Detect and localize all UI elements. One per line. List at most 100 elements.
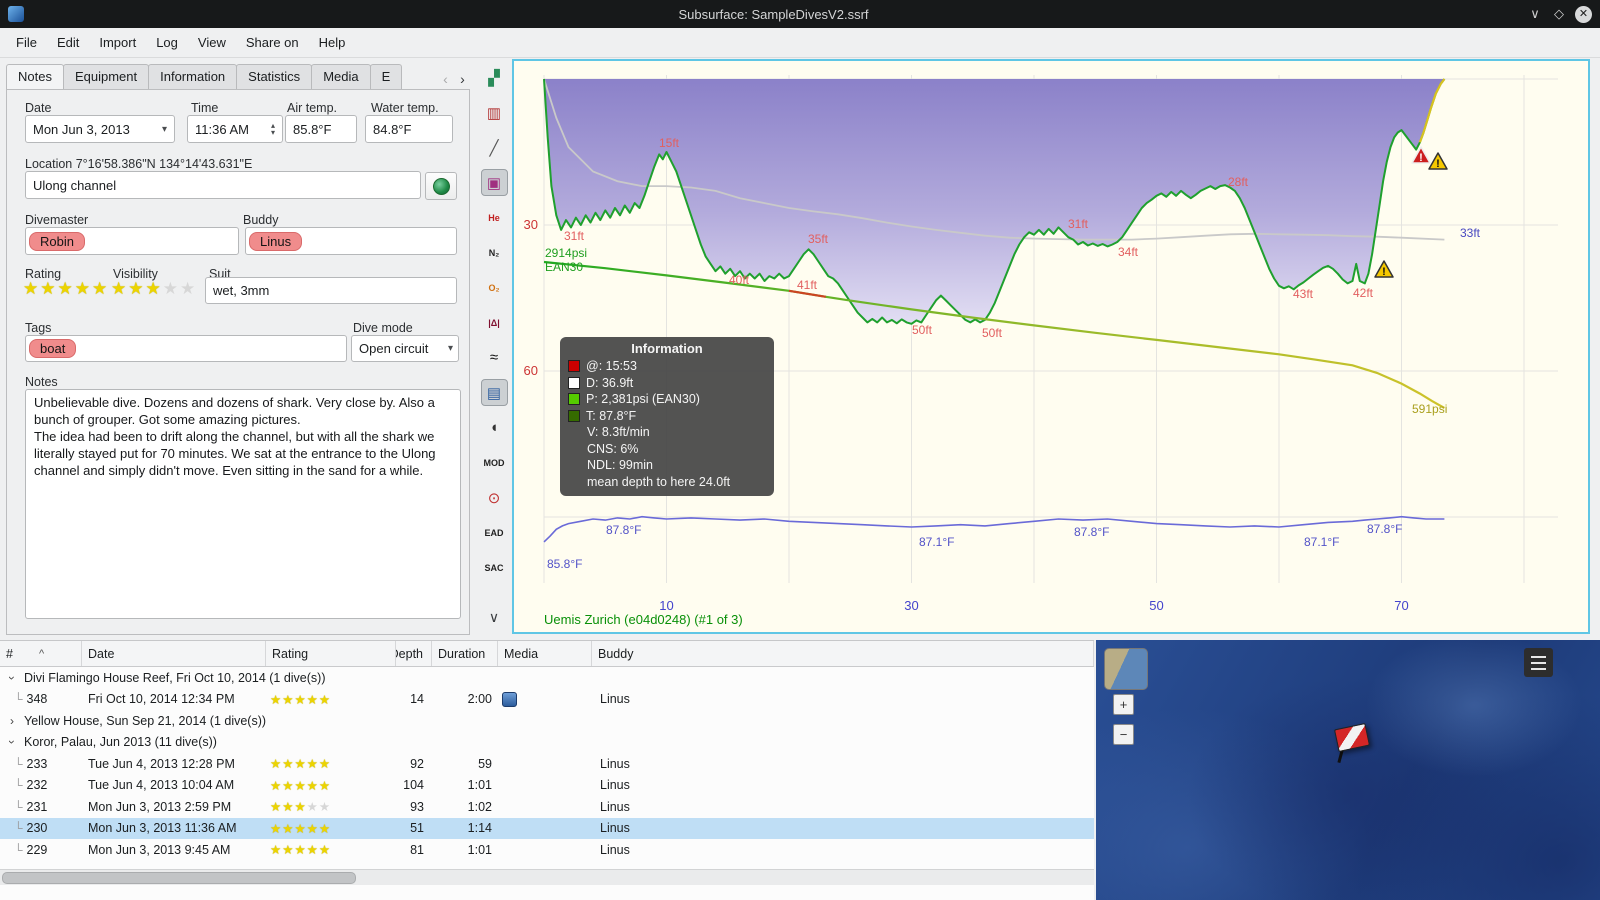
trip-row[interactable]: › Divi Flamingo House Reef, Fri Oct 10, 2… bbox=[0, 667, 1094, 689]
suit-field[interactable]: wet, 3mm bbox=[205, 277, 457, 304]
map-panel[interactable]: + − bbox=[1096, 640, 1600, 900]
minimize-button[interactable]: ∨ bbox=[1523, 6, 1547, 22]
notes-textarea[interactable]: Unbelievable dive. Dozens and dozens of … bbox=[25, 389, 461, 619]
tab-scroll-left-button[interactable]: ‹ bbox=[438, 69, 453, 89]
svg-text:Uemis Zurich (e04d0248) (#1 of: Uemis Zurich (e04d0248) (#1 of 3) bbox=[544, 612, 743, 627]
tags-field[interactable]: boat bbox=[25, 335, 347, 362]
tab-e[interactable]: E bbox=[369, 64, 403, 89]
menu-import[interactable]: Import bbox=[89, 35, 146, 50]
dive-row[interactable]: └ 232 Tue Jun 4, 2013 10:04 AM ★★★★★ 104 1:01… bbox=[0, 775, 1094, 797]
divemode-label: Dive mode bbox=[353, 321, 413, 335]
map-overview-thumbnail[interactable] bbox=[1104, 648, 1148, 690]
dive-buddy: Linus bbox=[600, 821, 630, 836]
hamburger-icon bbox=[1531, 661, 1546, 664]
chevron-down-icon[interactable]: ▾ bbox=[448, 343, 453, 354]
tab-media[interactable]: Media bbox=[311, 64, 371, 89]
tab-statistics[interactable]: Statistics bbox=[236, 64, 313, 89]
dive-flag-marker[interactable] bbox=[1333, 722, 1378, 770]
maximize-button[interactable]: ◇ bbox=[1547, 6, 1571, 22]
column-header-date[interactable]: Date bbox=[82, 641, 266, 666]
trip-row[interactable]: › Yellow House, Sun Sep 21, 2014 (1 dive(… bbox=[0, 710, 1094, 732]
map-zoom-out-button[interactable]: − bbox=[1113, 724, 1134, 745]
tab-information[interactable]: Information bbox=[148, 64, 238, 89]
heartrate-icon[interactable]: ≈ bbox=[481, 344, 508, 371]
column-header-#[interactable]: # ^ bbox=[0, 641, 82, 666]
pp-o2-icon[interactable]: O₂ bbox=[481, 274, 508, 301]
location-input[interactable]: Ulong channel bbox=[25, 171, 421, 199]
menu-file[interactable]: File bbox=[6, 35, 47, 50]
dive-media-cell bbox=[498, 691, 592, 707]
menu-help[interactable]: Help bbox=[309, 35, 356, 50]
tags-tag[interactable]: boat bbox=[29, 339, 77, 358]
chevron-down-icon[interactable]: ▾ bbox=[162, 124, 167, 135]
divemaster-field[interactable]: Robin bbox=[25, 227, 239, 255]
spinner-arrows-icon[interactable]: ▴ ▾ bbox=[271, 122, 275, 137]
events-icon[interactable]: ▥ bbox=[481, 99, 508, 126]
horizontal-scrollbar[interactable] bbox=[0, 869, 1094, 885]
profile-info-box: Information @: 15:53 D: 36.9ft P: 2,381psi… bbox=[560, 337, 774, 496]
divemaster-tag[interactable]: Robin bbox=[29, 231, 85, 251]
column-header-depth[interactable]: Depth bbox=[396, 641, 432, 666]
dive-personal-icon[interactable]: ▞ bbox=[481, 64, 508, 91]
dive-row[interactable]: └ 348 Fri Oct 10, 2014 12:34 PM ★★★★★ 14 2:00… bbox=[0, 689, 1094, 711]
tab-equipment[interactable]: Equipment bbox=[62, 64, 150, 89]
sac-icon[interactable]: SAC bbox=[481, 554, 508, 581]
scrollbar-thumb[interactable] bbox=[2, 872, 356, 884]
watertemp-field[interactable]: 84.8°F bbox=[365, 115, 453, 143]
tab-notes[interactable]: Notes bbox=[6, 64, 64, 89]
expander-icon[interactable]: › bbox=[5, 736, 19, 748]
ceiling-icon[interactable]: ◖ bbox=[481, 414, 508, 441]
ead-icon[interactable]: EAD bbox=[481, 519, 508, 546]
window-title: Subsurface: SampleDivesV2.ssrf bbox=[678, 6, 869, 22]
airtemp-field[interactable]: 85.8°F bbox=[285, 115, 357, 143]
expander-icon[interactable]: › bbox=[6, 714, 18, 728]
close-button[interactable]: ✕ bbox=[1575, 5, 1592, 23]
buddy-tag[interactable]: Linus bbox=[249, 231, 303, 251]
rating-stars[interactable]: ★★★★★ bbox=[23, 279, 109, 299]
menu-share-on[interactable]: Share on bbox=[236, 35, 309, 50]
globe-icon bbox=[432, 177, 450, 195]
globe-button[interactable] bbox=[425, 172, 457, 200]
star-filled-icon: ★ bbox=[294, 800, 307, 815]
dive-row[interactable]: └ 229 Mon Jun 3, 2013 9:45 AM ★★★★★ 81 1:01 Li… bbox=[0, 839, 1094, 861]
column-header-duration[interactable]: Duration bbox=[432, 641, 498, 666]
menu-edit[interactable]: Edit bbox=[47, 35, 89, 50]
airtemp-value: 85.8°F bbox=[293, 121, 332, 137]
pp-n2-icon[interactable]: N₂ bbox=[481, 239, 508, 266]
photos-icon[interactable]: ▣ bbox=[480, 169, 508, 196]
dive-row[interactable]: └ 233 Tue Jun 4, 2013 12:28 PM ★★★★★ 92 59 Lin… bbox=[0, 753, 1094, 775]
star-filled-icon: ★ bbox=[294, 778, 307, 793]
dive-row[interactable]: └ 231 Mon Jun 3, 2013 2:59 PM ★★★★★ 93 1:02 Li… bbox=[0, 796, 1094, 818]
ruler-icon[interactable]: ╱ bbox=[481, 134, 508, 161]
trip-row[interactable]: › Koror, Palau, Jun 2013 (11 dive(s)) bbox=[0, 732, 1094, 754]
menu-view[interactable]: View bbox=[188, 35, 236, 50]
tissues-icon[interactable]: ▤ bbox=[480, 379, 508, 406]
toolbar-collapse-icon[interactable]: ∨ bbox=[483, 606, 505, 628]
pp-he-icon[interactable]: He bbox=[481, 204, 508, 231]
star-filled-icon: ★ bbox=[294, 843, 307, 858]
info-box-row: D: 36.9ft bbox=[568, 375, 766, 392]
divemode-combobox[interactable]: Open circuit ▾ bbox=[351, 335, 459, 362]
column-header-rating[interactable]: Rating bbox=[266, 641, 396, 666]
date-label: Date bbox=[25, 101, 52, 115]
profile-chart-panel[interactable]: 31ft 15ft 40ft 41ft 35ft 50ft 50ft 31ft 34ft 28ft… bbox=[512, 59, 1590, 634]
buddy-field[interactable]: Linus bbox=[245, 227, 457, 255]
ndl-tts-icon[interactable]: ⊙ bbox=[481, 484, 508, 511]
star-filled-icon: ★ bbox=[306, 778, 319, 793]
dive-row[interactable]: └ 230 Mon Jun 3, 2013 11:36 AM ★★★★★ 51 1:14 L… bbox=[0, 817, 1094, 839]
map-menu-button[interactable] bbox=[1524, 648, 1553, 677]
tab-scroll-right-button[interactable]: › bbox=[455, 69, 470, 89]
expander-icon[interactable]: › bbox=[5, 672, 19, 684]
dc-ceiling-icon[interactable]: |Δ| bbox=[481, 309, 508, 336]
mod-icon[interactable]: MOD bbox=[481, 449, 508, 476]
column-header-buddy[interactable]: Buddy bbox=[592, 641, 1094, 666]
date-combobox[interactable]: Mon Jun 3, 2013 ▾ bbox=[25, 115, 175, 143]
map-zoom-in-button[interactable]: + bbox=[1113, 694, 1134, 715]
visibility-stars[interactable]: ★★★★★ bbox=[111, 279, 197, 299]
spin-down-icon[interactable]: ▾ bbox=[271, 129, 275, 137]
media-icon[interactable] bbox=[502, 691, 517, 707]
menu-log[interactable]: Log bbox=[146, 35, 188, 50]
dive-rating: ★★★★★ bbox=[266, 756, 396, 771]
time-spinbox[interactable]: 11:36 AM ▴ ▾ bbox=[187, 115, 283, 143]
column-header-media[interactable]: Media bbox=[498, 641, 592, 666]
